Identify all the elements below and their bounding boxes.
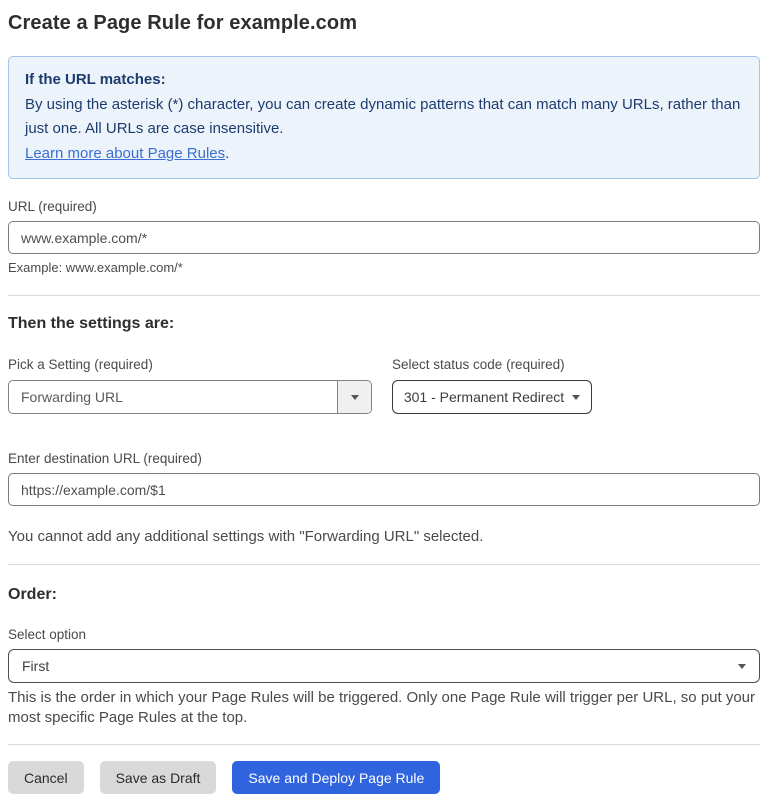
url-match-info-box: If the URL matches: By using the asteris…: [8, 56, 760, 179]
settings-row: Pick a Setting (required) Forwarding URL…: [8, 337, 760, 414]
caret-down-icon: [350, 394, 359, 400]
info-box-link-line: Learn more about Page Rules.: [25, 142, 743, 167]
page-rule-form: Create a Page Rule for example.com If th…: [0, 0, 769, 794]
order-select[interactable]: First: [8, 649, 760, 683]
cancel-button[interactable]: Cancel: [8, 761, 84, 794]
status-column: Select status code (required) 301 - Perm…: [392, 337, 592, 414]
forwarding-note: You cannot add any additional settings w…: [8, 528, 484, 545]
status-code-select[interactable]: 301 - Permanent Redirect: [392, 380, 592, 414]
setting-select[interactable]: Forwarding URL: [8, 380, 372, 414]
setting-select-value: Forwarding URL: [21, 389, 123, 405]
setting-select-arrow-box[interactable]: [337, 381, 371, 413]
status-select-value: 301 - Permanent Redirect: [403, 389, 565, 405]
order-helper-text: This is the order in which your Page Rul…: [8, 689, 756, 726]
destination-url-input[interactable]: [8, 473, 760, 506]
setting-select-label: Pick a Setting (required): [8, 357, 153, 372]
page-title: Create a Page Rule for example.com: [8, 12, 358, 34]
url-field-label: URL (required): [8, 199, 97, 214]
order-select-value: First: [22, 658, 50, 674]
section-divider: [8, 295, 760, 296]
order-section-heading: Order:: [8, 586, 57, 603]
setting-column: Pick a Setting (required) Forwarding URL: [8, 337, 372, 414]
destination-url-label: Enter destination URL (required): [8, 451, 202, 466]
section-divider: [8, 564, 760, 565]
info-box-heading: If the URL matches:: [25, 71, 166, 88]
info-box-body: By using the asterisk (*) character, you…: [25, 95, 741, 138]
order-select-label: Select option: [8, 627, 87, 642]
settings-section-heading: Then the settings are:: [8, 315, 175, 332]
footer-divider: [8, 744, 760, 745]
link-suffix: .: [225, 144, 230, 162]
learn-more-link[interactable]: Learn more about Page Rules: [25, 145, 225, 162]
caret-down-icon: [572, 394, 581, 400]
footer-actions: Cancel Save as Draft Save and Deploy Pag…: [8, 761, 760, 794]
status-select-label: Select status code (required): [392, 357, 565, 372]
save-and-deploy-button[interactable]: Save and Deploy Page Rule: [232, 761, 441, 794]
save-as-draft-button[interactable]: Save as Draft: [99, 761, 217, 794]
caret-down-icon: [738, 663, 746, 669]
url-input[interactable]: [8, 221, 760, 254]
url-example-helper: Example: www.example.com/*: [8, 260, 183, 275]
